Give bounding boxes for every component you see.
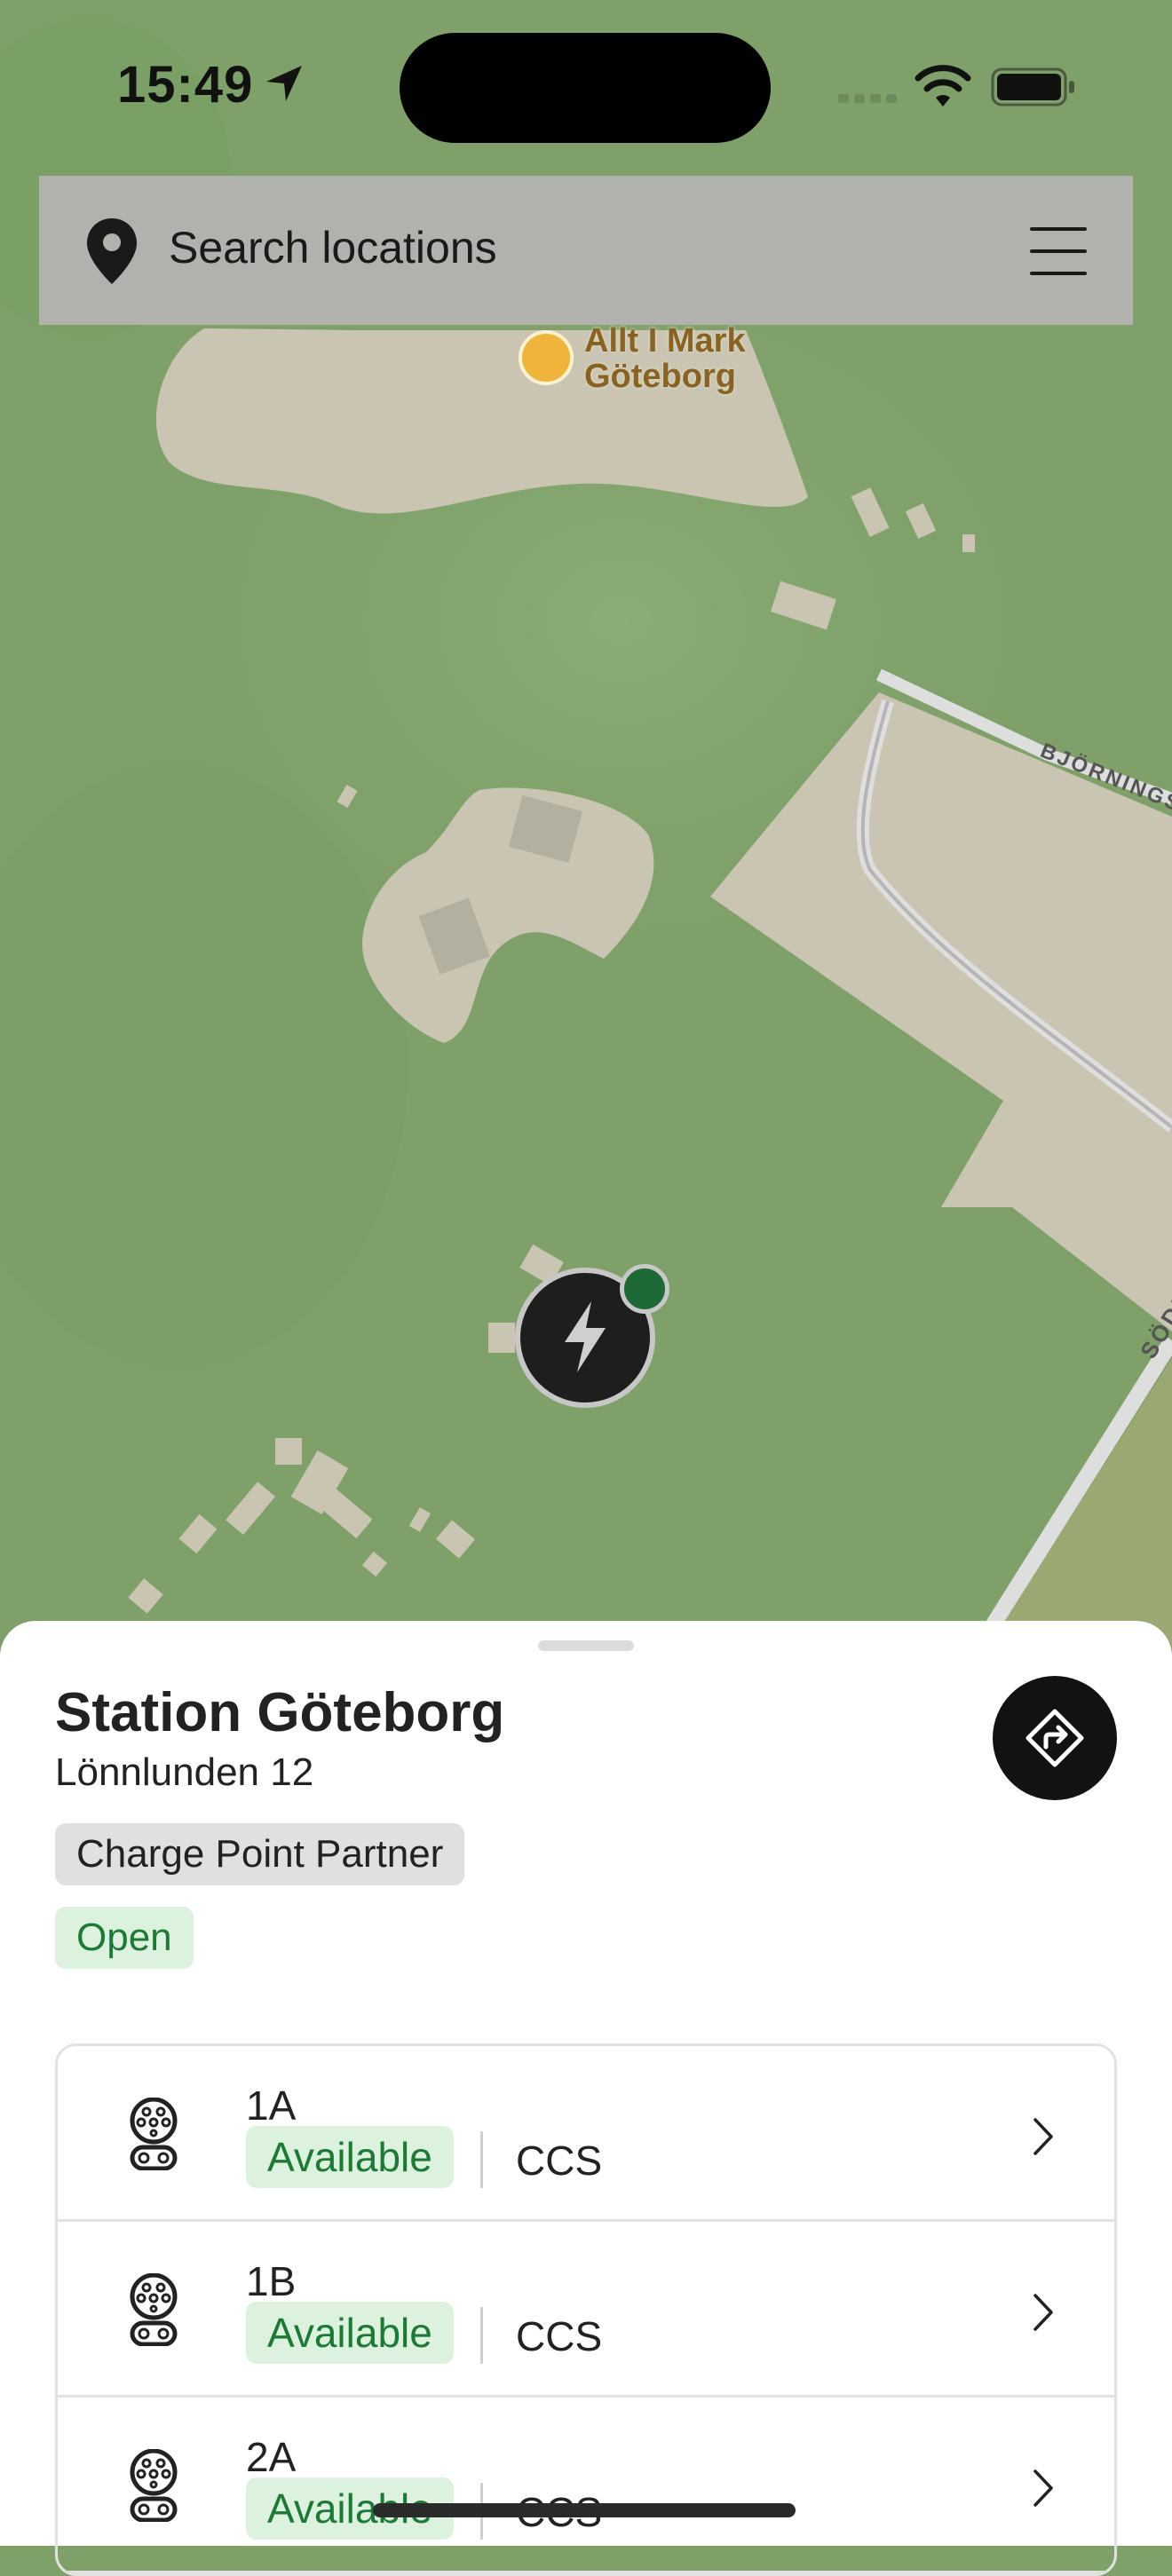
connector-type: CCS: [516, 2313, 603, 2359]
ccs-plug-icon: [130, 2273, 178, 2346]
connector-type: CCS: [516, 2137, 603, 2184]
clock: 15:49: [117, 56, 254, 114]
connector-row[interactable]: 2A Available CCS: [58, 2398, 1114, 2573]
location-arrow-icon: [266, 66, 302, 101]
briefcase-icon: [519, 330, 574, 385]
charging-station-marker[interactable]: [515, 1264, 669, 1408]
divider: [480, 2307, 483, 2364]
search-bar[interactable]: Search locations: [39, 176, 1133, 325]
divider: [480, 2131, 483, 2188]
connector-list: 1A Available CCS 1B Available CCS 2A Ava…: [55, 2043, 1117, 2576]
cellular-signal-icon: [838, 94, 897, 103]
sheet-grabber[interactable]: [538, 1640, 634, 1651]
connector-name: 2A: [246, 2434, 297, 2480]
open-status-badge: Open: [55, 1907, 194, 1969]
lightning-icon: [565, 1301, 606, 1372]
chevron-right-icon: [1033, 2469, 1053, 2507]
directions-button[interactable]: [993, 1676, 1117, 1800]
station-address: Lönnlunden 12: [55, 1750, 314, 1794]
availability-dot: [620, 1264, 669, 1314]
connector-row[interactable]: 1A Available CCS: [58, 2046, 1114, 2222]
connector-status-badge: Available: [246, 2302, 454, 2364]
connector-row[interactable]: 1B Available CCS: [58, 2222, 1114, 2398]
connector-status-badge: Available: [246, 2126, 454, 2188]
home-indicator[interactable]: [373, 2503, 796, 2517]
chevron-right-icon: [1033, 2294, 1053, 2331]
directions-icon: [1026, 1709, 1084, 1767]
chevron-right-icon: [1033, 2118, 1053, 2155]
partner-tag: Charge Point Partner: [55, 1823, 465, 1885]
ccs-plug-icon: [130, 2449, 178, 2522]
connector-name: 1B: [246, 2258, 297, 2304]
search-input[interactable]: Search locations: [169, 222, 497, 273]
battery-icon: [991, 67, 1074, 107]
location-pin-icon: [87, 218, 137, 284]
station-name: Station Göteborg: [55, 1682, 505, 1743]
ccs-plug-icon: [130, 2098, 178, 2170]
wifi-icon: [915, 65, 971, 107]
dynamic-island: [400, 33, 771, 143]
poi-label: Allt I Mark Göteborg: [584, 322, 746, 395]
status-bar: 15:49: [0, 0, 1172, 178]
station-sheet[interactable]: Station Göteborg Lönnlunden 12 Charge Po…: [0, 1621, 1172, 2576]
connector-name: 1A: [246, 2082, 297, 2129]
menu-icon[interactable]: [1030, 227, 1087, 275]
